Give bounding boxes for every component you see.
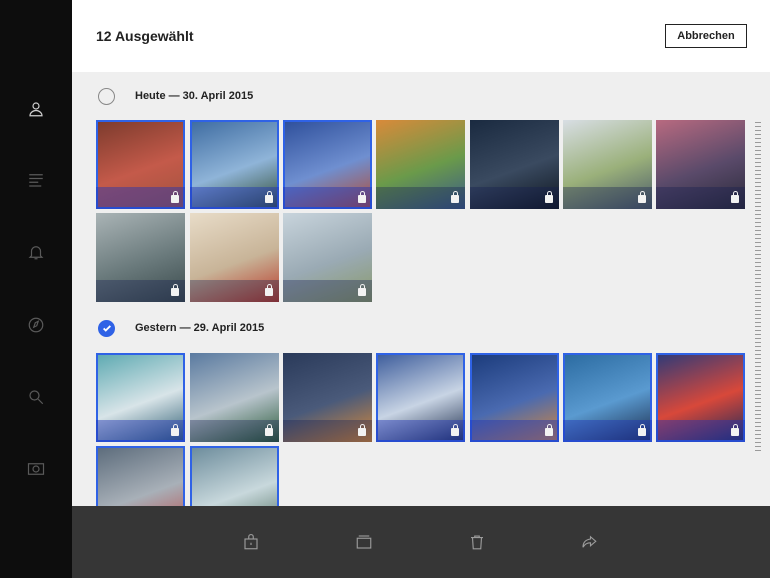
photo-grid: Heute — 30. April 2015 Gestern — 29. Apr… bbox=[72, 72, 770, 506]
sidebar bbox=[0, 0, 72, 578]
search-icon bbox=[29, 390, 44, 405]
photo-thumbnail[interactable] bbox=[96, 120, 185, 209]
delete-button[interactable] bbox=[466, 531, 488, 553]
lock-icon bbox=[545, 424, 553, 436]
lock-icon bbox=[638, 191, 646, 203]
lock-icon bbox=[265, 191, 273, 203]
section-label: Gestern — 29. April 2015 bbox=[135, 322, 265, 334]
lock-icon bbox=[265, 284, 273, 296]
page-title: 12 Ausgewählt bbox=[96, 28, 194, 44]
section-label: Heute — 30. April 2015 bbox=[135, 90, 254, 102]
photo-thumbnail[interactable] bbox=[283, 120, 372, 209]
sidebar-item-discover[interactable] bbox=[24, 313, 48, 337]
photo-thumbnail[interactable] bbox=[96, 446, 185, 506]
lock-icon bbox=[731, 191, 739, 203]
lock-icon bbox=[731, 424, 739, 436]
photo-thumbnail[interactable] bbox=[376, 353, 465, 442]
photo-thumbnail[interactable] bbox=[96, 353, 185, 442]
share-button[interactable] bbox=[578, 531, 600, 553]
album-icon bbox=[356, 535, 372, 549]
action-toolbar bbox=[72, 506, 770, 578]
sidebar-item-feed[interactable] bbox=[24, 168, 48, 192]
photo-thumbnail[interactable] bbox=[376, 120, 465, 209]
lock-icon bbox=[171, 191, 179, 203]
header: 12 Ausgewählt Abbrechen bbox=[72, 0, 770, 72]
private-button[interactable] bbox=[240, 531, 262, 553]
person-icon bbox=[29, 102, 43, 117]
lock-icon bbox=[171, 424, 179, 436]
scroll-index-bar[interactable] bbox=[755, 122, 761, 452]
camera-icon bbox=[27, 463, 45, 475]
select-section-yesterday-radio[interactable] bbox=[98, 319, 115, 337]
section-header-today: Heute — 30. April 2015 bbox=[98, 86, 253, 106]
photo-thumbnail[interactable] bbox=[656, 353, 745, 442]
cancel-button[interactable]: Abbrechen bbox=[665, 24, 747, 48]
lock-icon bbox=[358, 424, 366, 436]
lock-icon bbox=[451, 424, 459, 436]
share-icon bbox=[582, 535, 597, 548]
lock-icon bbox=[545, 191, 553, 203]
sidebar-item-camera[interactable] bbox=[24, 457, 48, 481]
sidebar-item-profile[interactable] bbox=[24, 97, 48, 121]
lock-icon bbox=[171, 284, 179, 296]
photo-thumbnail[interactable] bbox=[470, 353, 559, 442]
lock-icon bbox=[244, 533, 258, 550]
photo-thumbnail[interactable] bbox=[283, 213, 372, 302]
add-to-album-button[interactable] bbox=[353, 531, 375, 553]
compass-icon bbox=[28, 317, 44, 333]
photo-thumbnail[interactable] bbox=[96, 213, 185, 302]
feed-icon bbox=[29, 174, 43, 187]
checkmark-icon bbox=[102, 325, 111, 332]
photo-thumbnail[interactable] bbox=[283, 353, 372, 442]
lock-icon bbox=[358, 284, 366, 296]
trash-icon bbox=[471, 535, 483, 550]
photo-thumbnail[interactable] bbox=[190, 446, 279, 506]
select-section-today-radio[interactable] bbox=[98, 87, 115, 105]
photo-thumbnail[interactable] bbox=[190, 120, 279, 209]
lock-icon bbox=[451, 191, 459, 203]
photo-thumbnail[interactable] bbox=[563, 120, 652, 209]
photo-thumbnail[interactable] bbox=[190, 213, 279, 302]
photo-thumbnail[interactable] bbox=[563, 353, 652, 442]
lock-icon bbox=[638, 424, 646, 436]
photo-thumbnail[interactable] bbox=[470, 120, 559, 209]
section-header-yesterday: Gestern — 29. April 2015 bbox=[98, 318, 264, 338]
sidebar-item-search[interactable] bbox=[24, 385, 48, 409]
bell-icon bbox=[28, 246, 44, 260]
sidebar-item-notifications[interactable] bbox=[24, 240, 48, 264]
photo-thumbnail[interactable] bbox=[656, 120, 745, 209]
photo-thumbnail[interactable] bbox=[190, 353, 279, 442]
lock-icon bbox=[265, 424, 273, 436]
lock-icon bbox=[358, 191, 366, 203]
